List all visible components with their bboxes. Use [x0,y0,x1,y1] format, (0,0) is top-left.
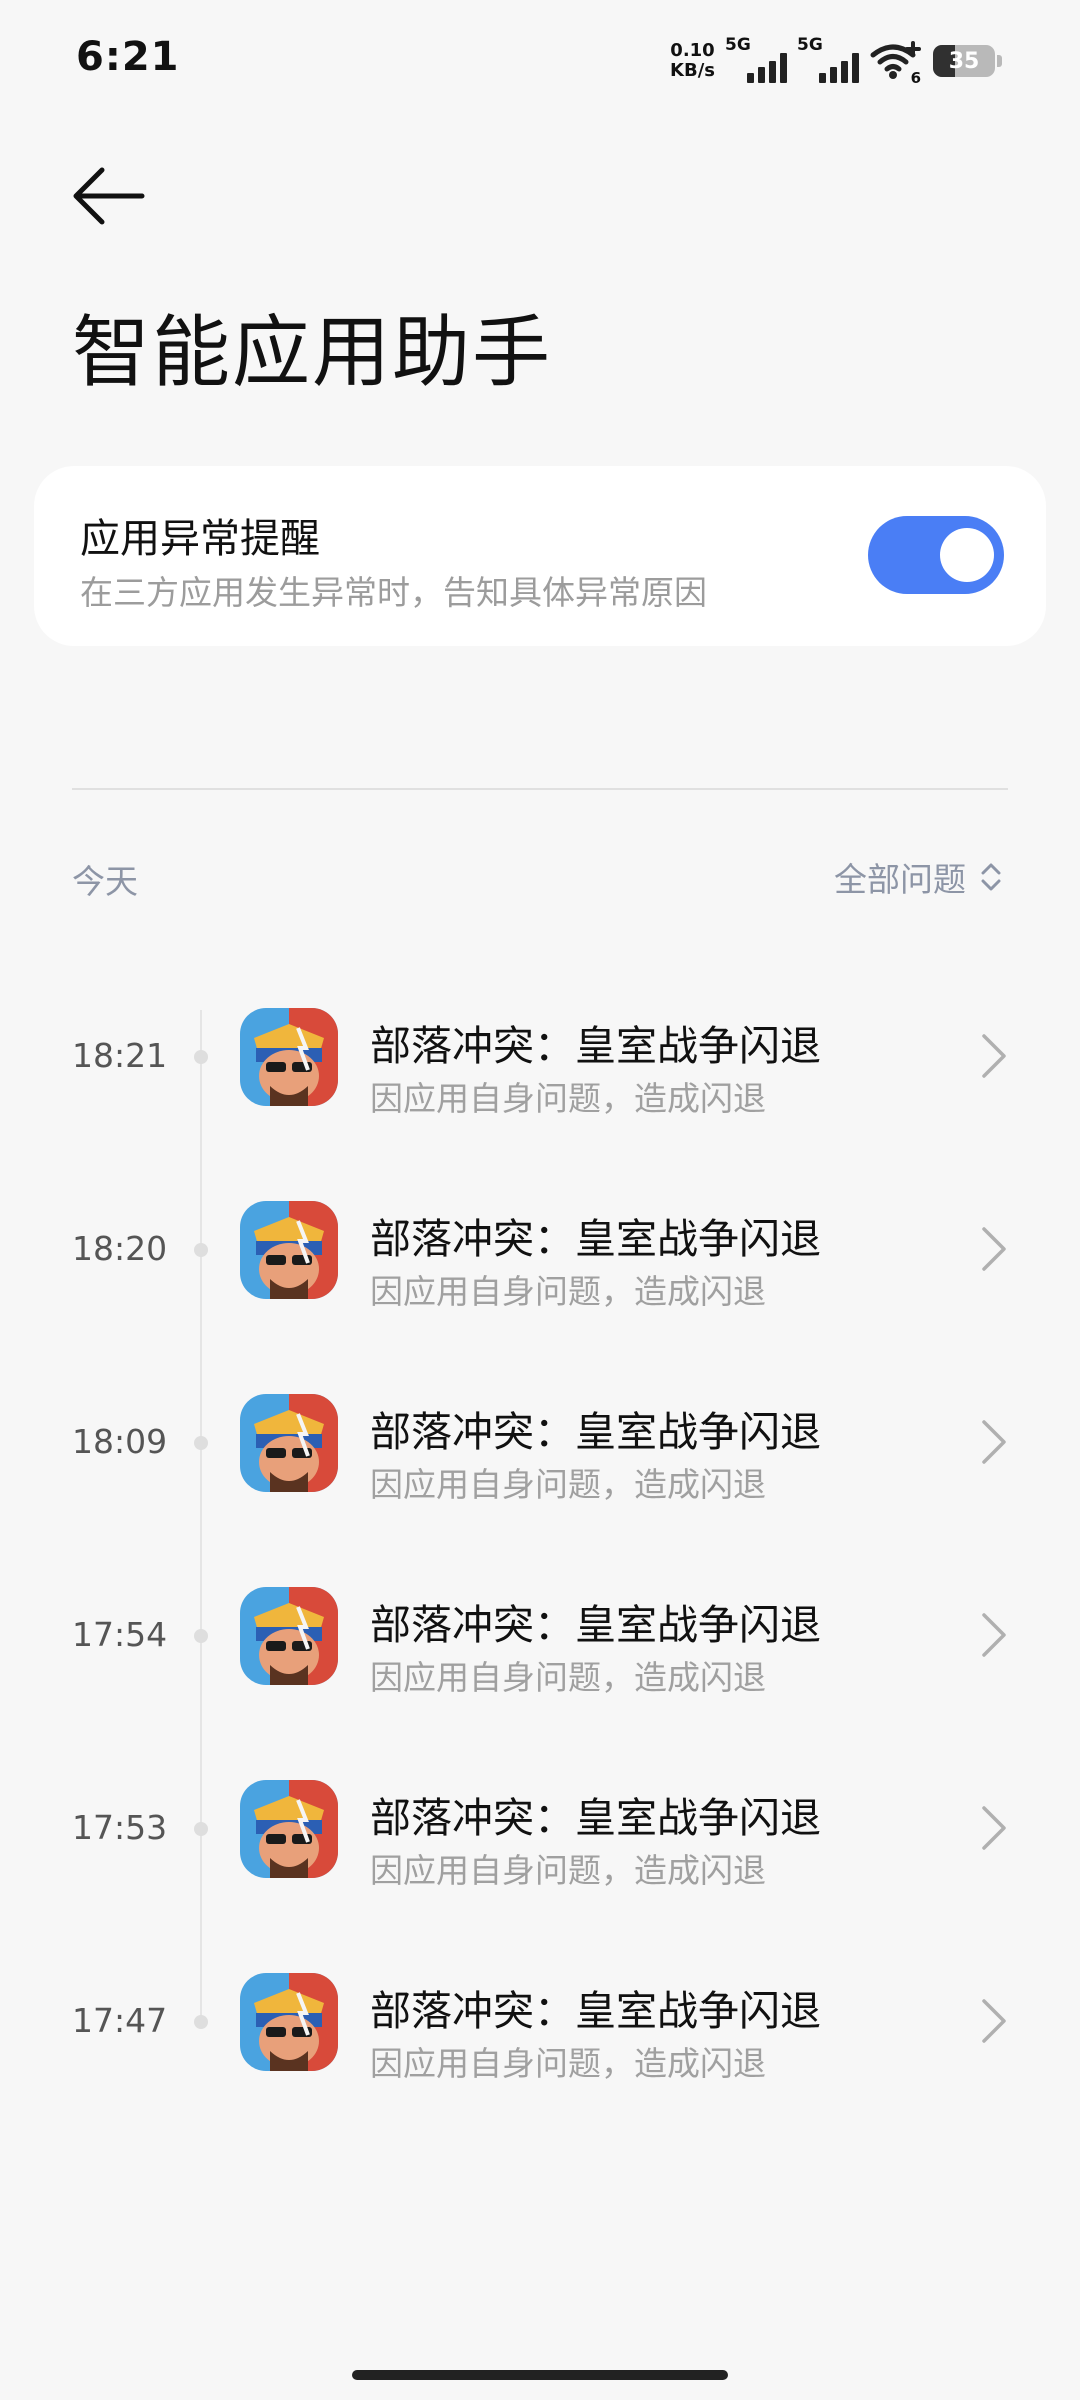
date-section-label: 今天 [72,862,138,901]
event-reason: 因应用自身问题，造成闪退 [370,1079,766,1118]
event-reason: 因应用自身问题，造成闪退 [370,2044,766,2083]
divider [72,788,1008,790]
chevron-right-icon [982,1999,1006,2043]
exception-reminder-card: 应用异常提醒 在三方应用发生异常时，告知具体异常原因 [34,466,1046,646]
timeline-dot [194,1436,208,1450]
arrow-left-icon [73,167,145,225]
sim2-network-label: 5G [797,35,823,55]
event-title: 部落冲突：皇室战争闪退 [370,1601,821,1649]
event-time: 18:21 [72,1036,168,1075]
event-time: 17:54 [72,1615,168,1654]
wifi-generation-badge: 6 [910,69,921,87]
clash-royale-app-icon [240,1201,338,1299]
toggle-knob [940,528,994,582]
event-list-item[interactable]: 17:47 部落冲突：皇室战争闪退 因应用自身问题，造成闪退 [0,1935,1080,2107]
event-list-item[interactable]: 17:54 部落冲突：皇室战争闪退 因应用自身问题，造成闪退 [0,1549,1080,1721]
status-icons: 0.10 KB/s 5G 5G 6 35 [670,35,1002,87]
clash-royale-app-icon [240,1973,338,2071]
chevron-right-icon [982,1613,1006,1657]
event-list-item[interactable]: 18:09 部落冲突：皇室战争闪退 因应用自身问题，造成闪退 [0,1356,1080,1528]
event-time: 17:53 [72,1808,168,1847]
network-speed: 0.10 KB/s [670,41,715,81]
chevron-right-icon [982,1227,1006,1271]
event-reason: 因应用自身问题，造成闪退 [370,1851,766,1890]
clash-royale-app-icon [240,1780,338,1878]
exception-reminder-toggle[interactable] [868,516,1004,594]
up-down-chevron-icon [981,863,1001,891]
battery-level-text: 35 [948,48,980,74]
timeline-dot [194,2015,208,2029]
event-time: 18:20 [72,1229,168,1268]
sim1-network-label: 5G [725,35,751,55]
event-title: 部落冲突：皇室战争闪退 [370,1215,821,1263]
clash-royale-app-icon [240,1008,338,1106]
signal-sim2-icon: 5G [797,35,859,83]
issue-filter-dropdown[interactable]: 全部问题 [834,853,1002,901]
event-time: 18:09 [72,1422,168,1461]
event-reason: 因应用自身问题，造成闪退 [370,1658,766,1697]
event-title: 部落冲突：皇室战争闪退 [370,1022,821,1070]
exception-reminder-description: 在三方应用发生异常时，告知具体异常原因 [80,573,707,612]
event-title: 部落冲突：皇室战争闪退 [370,1408,821,1456]
page-title: 智能应用助手 [72,308,553,398]
network-speed-value: 0.10 [670,40,715,61]
filter-label: 全部问题 [834,860,966,899]
network-speed-unit: KB/s [670,60,715,81]
event-time: 17:47 [72,2001,168,2040]
timeline-dot [194,1822,208,1836]
chevron-right-icon [982,1034,1006,1078]
battery-cap [997,55,1002,67]
chevron-right-icon [982,1420,1006,1464]
chevron-right-icon [982,1806,1006,1850]
battery-icon: 35 [933,45,995,77]
event-reason: 因应用自身问题，造成闪退 [370,1272,766,1311]
wifi-icon: 6 [869,39,923,87]
event-reason: 因应用自身问题，造成闪退 [370,1465,766,1504]
clash-royale-app-icon [240,1394,338,1492]
event-title: 部落冲突：皇室战争闪退 [370,1794,821,1842]
exception-reminder-title: 应用异常提醒 [80,516,320,562]
status-bar: 6:21 0.10 KB/s 5G 5G 6 35 [0,0,1080,120]
back-button[interactable] [72,166,146,226]
timeline-dot [194,1243,208,1257]
status-time: 6:21 [76,34,180,80]
home-indicator[interactable] [352,2370,728,2380]
timeline-dot [194,1050,208,1064]
signal-sim1-icon: 5G [725,35,787,83]
event-title: 部落冲突：皇室战争闪退 [370,1987,821,2035]
clash-royale-app-icon [240,1587,338,1685]
event-list-item[interactable]: 17:53 部落冲突：皇室战争闪退 因应用自身问题，造成闪退 [0,1742,1080,1914]
event-list-item[interactable]: 18:20 部落冲突：皇室战争闪退 因应用自身问题，造成闪退 [0,1163,1080,1335]
timeline-dot [194,1629,208,1643]
event-list-item[interactable]: 18:21 部落冲突：皇室战争闪退 因应用自身问题，造成闪退 [0,970,1080,1142]
